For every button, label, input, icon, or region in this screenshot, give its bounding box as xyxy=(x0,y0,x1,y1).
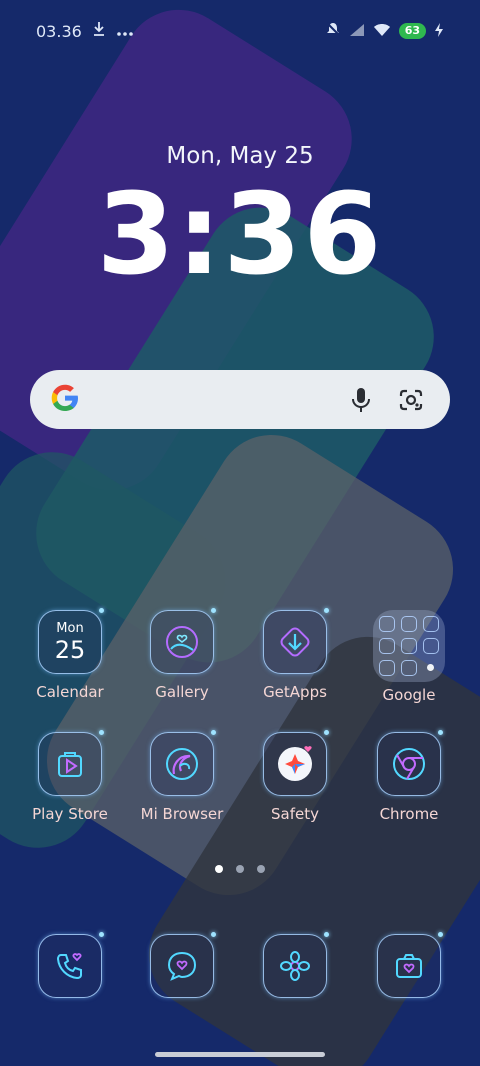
notification-dot xyxy=(438,730,443,735)
lens-icon[interactable] xyxy=(390,379,432,421)
play-store-icon xyxy=(38,730,104,796)
notification-dot xyxy=(324,608,329,613)
mic-icon[interactable] xyxy=(340,379,382,421)
status-bar: 03.36 63 xyxy=(0,0,480,62)
notification-dot xyxy=(99,730,104,735)
notification-dot xyxy=(324,932,329,937)
notification-dot xyxy=(99,608,104,613)
wifi-icon xyxy=(373,22,391,41)
mini-app-icon xyxy=(401,660,417,676)
notification-dot xyxy=(324,730,329,735)
mini-app-icon xyxy=(423,616,439,632)
app-chrome[interactable]: Chrome xyxy=(354,730,464,842)
page-dot[interactable] xyxy=(236,865,244,873)
app-label: Gallery xyxy=(155,683,209,701)
messages-icon xyxy=(150,932,216,998)
mini-app-icon xyxy=(423,660,437,674)
app-play-store[interactable]: Play Store xyxy=(15,730,125,842)
calendar-icon: Mon 25 xyxy=(38,608,104,674)
charging-icon xyxy=(434,22,444,41)
app-label: Play Store xyxy=(32,805,108,823)
dock-camera[interactable] xyxy=(354,932,464,1044)
gallery-icon xyxy=(150,608,216,674)
more-icon xyxy=(116,22,134,41)
app-safety[interactable]: Safety xyxy=(240,730,350,842)
page-dot[interactable] xyxy=(215,865,223,873)
mini-app-icon xyxy=(379,660,395,676)
google-search-bar[interactable] xyxy=(30,370,450,429)
mini-app-icon xyxy=(379,638,395,654)
clock-date[interactable]: Mon, May 25 xyxy=(0,143,480,169)
battery-icon: 63 xyxy=(398,23,426,39)
mini-app-icon xyxy=(401,616,417,632)
notification-dot xyxy=(211,730,216,735)
status-right: 63 xyxy=(325,21,444,41)
app-gallery[interactable]: Gallery xyxy=(127,608,237,720)
app-mi-browser[interactable]: Mi Browser xyxy=(127,730,237,842)
app-label: Safety xyxy=(271,805,319,823)
notification-dot xyxy=(99,932,104,937)
dock-messages[interactable] xyxy=(127,932,237,1044)
dock-flower-app[interactable] xyxy=(240,932,350,1044)
mini-app-icon xyxy=(379,616,395,632)
app-getapps[interactable]: GetApps xyxy=(240,608,350,720)
safety-icon xyxy=(263,730,329,796)
app-label: Mi Browser xyxy=(140,805,224,823)
page-indicator[interactable] xyxy=(0,865,480,873)
home-indicator[interactable] xyxy=(155,1052,325,1057)
notification-dot xyxy=(211,932,216,937)
getapps-icon xyxy=(263,608,329,674)
download-icon xyxy=(92,21,106,41)
app-calendar[interactable]: Mon 25 Calendar xyxy=(15,608,125,720)
app-label: GetApps xyxy=(263,683,327,701)
folder-icon xyxy=(373,610,445,682)
app-label: Google xyxy=(382,686,436,704)
phone-icon xyxy=(38,932,104,998)
calendar-date: 25 xyxy=(54,636,86,664)
app-label: Chrome xyxy=(379,805,439,823)
mini-app-icon xyxy=(423,638,439,654)
browser-icon xyxy=(150,730,216,796)
notification-dot xyxy=(438,932,443,937)
signal-icon xyxy=(349,22,365,41)
app-row-1: Mon 25 Calendar Gallery GetApps Google xyxy=(0,608,480,720)
page-dot[interactable] xyxy=(257,865,265,873)
notification-mute-icon xyxy=(325,21,341,41)
status-time: 03.36 xyxy=(36,21,82,41)
app-google-folder[interactable]: Google xyxy=(354,610,464,720)
app-label: Calendar xyxy=(36,683,104,701)
clock-time[interactable]: 3:36 xyxy=(0,176,480,294)
flower-icon xyxy=(263,932,329,998)
chrome-icon xyxy=(377,730,443,796)
calendar-day: Mon xyxy=(56,621,84,636)
dock xyxy=(0,932,480,1044)
notification-dot xyxy=(211,608,216,613)
mini-app-icon xyxy=(401,638,417,654)
camera-icon xyxy=(377,932,443,998)
app-row-2: Play Store Mi Browser Safety Chrome xyxy=(0,730,480,842)
dock-phone[interactable] xyxy=(15,932,125,1044)
google-g-icon xyxy=(48,381,82,419)
status-left: 03.36 xyxy=(36,21,134,41)
